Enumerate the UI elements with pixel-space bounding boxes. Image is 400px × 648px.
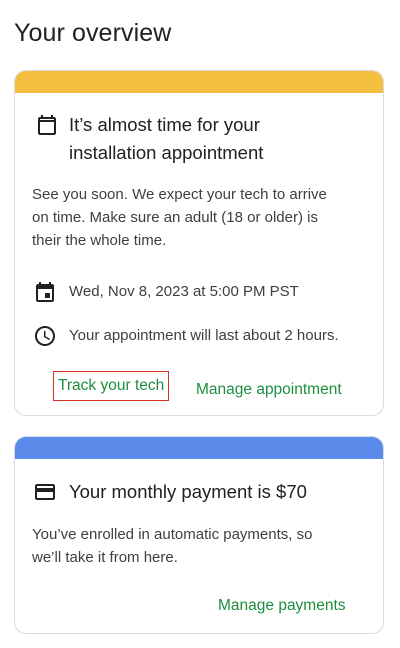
appointment-card: It’s almost time for your installation a… [14,70,384,416]
track-your-tech-link[interactable]: Track your tech [53,371,170,401]
manage-appointment-link[interactable]: Manage appointment [196,379,342,401]
payment-card-band [15,437,383,459]
credit-card-icon [33,480,57,504]
event-icon [33,280,57,304]
calendar-icon [35,113,59,137]
appointment-date-time: Wed, Nov 8, 2023 at 5:00 PM PST [69,283,299,300]
manage-payments-link[interactable]: Manage payments [218,595,346,617]
appointment-body: See you soon. We expect your tech to arr… [32,186,327,249]
clock-icon [33,324,57,348]
appointment-headline: It’s almost time for your installation a… [69,114,264,163]
appointment-duration: Your appointment will last about 2 hours… [69,327,339,344]
appointment-card-band [15,71,383,93]
page-title: Your overview [14,19,172,47]
payment-headline: Your monthly payment is $70 [69,481,307,502]
payment-card: Your monthly payment is $70 You’ve enrol… [14,436,384,634]
payment-body: You’ve enrolled in automatic payments, s… [32,526,313,566]
